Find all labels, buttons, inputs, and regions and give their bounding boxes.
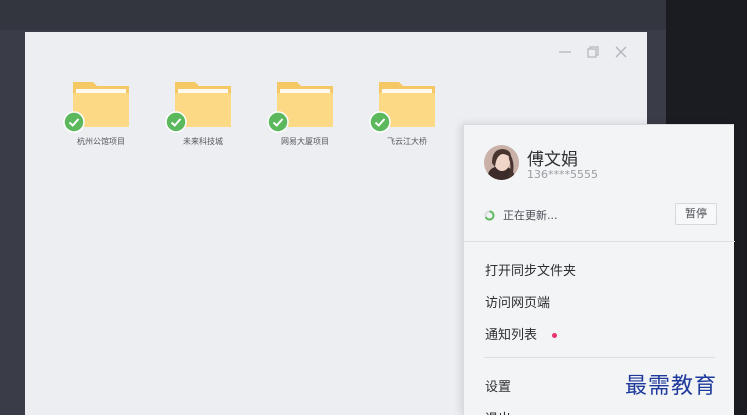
close-icon[interactable] (613, 44, 629, 60)
pause-button[interactable]: 暂停 (675, 203, 717, 225)
sync-status: 正在更新... (484, 207, 558, 223)
notification-dot (552, 333, 557, 338)
settings-item[interactable]: 设置 (485, 376, 511, 395)
check-icon (369, 111, 391, 133)
user-name: 傅文娟 (527, 150, 578, 170)
user-phone: 136****5555 (527, 168, 598, 181)
open-sync-folder-item[interactable]: 打开同步文件夹 (485, 260, 576, 279)
check-icon (63, 111, 85, 133)
check-icon (165, 111, 187, 133)
sync-spinner-icon (484, 210, 495, 221)
notify-list-item[interactable]: 通知列表 (485, 324, 537, 343)
folder-label: 未来科技城 (183, 137, 223, 146)
desktop-top-bar (0, 0, 666, 30)
restore-icon[interactable] (585, 44, 601, 60)
folder-grid: 杭州公馆项目 未来科技城 网易大厦项目 飞云江大桥 (50, 76, 458, 147)
folder-item[interactable]: 飞云江大桥 (356, 76, 458, 147)
divider (464, 241, 735, 242)
watermark-text: 最需教育 (625, 374, 718, 399)
avatar[interactable] (484, 145, 519, 180)
folder-label: 飞云江大桥 (387, 137, 427, 146)
status-text: 正在更新... (503, 209, 558, 222)
check-icon (267, 111, 289, 133)
folder-icon (369, 76, 439, 133)
window-controls (557, 44, 629, 60)
logout-item[interactable]: 退出 (485, 408, 511, 415)
folder-icon (63, 76, 133, 133)
folder-label: 网易大厦项目 (281, 137, 329, 146)
folder-label: 杭州公馆项目 (77, 137, 125, 146)
divider (484, 357, 715, 358)
folder-item[interactable]: 杭州公馆项目 (50, 76, 152, 147)
folder-icon (165, 76, 235, 133)
visit-web-item[interactable]: 访问网页端 (485, 292, 550, 311)
folder-item[interactable]: 未来科技城 (152, 76, 254, 147)
folder-icon (267, 76, 337, 133)
folder-item[interactable]: 网易大厦项目 (254, 76, 356, 147)
minimize-icon[interactable] (557, 44, 573, 60)
